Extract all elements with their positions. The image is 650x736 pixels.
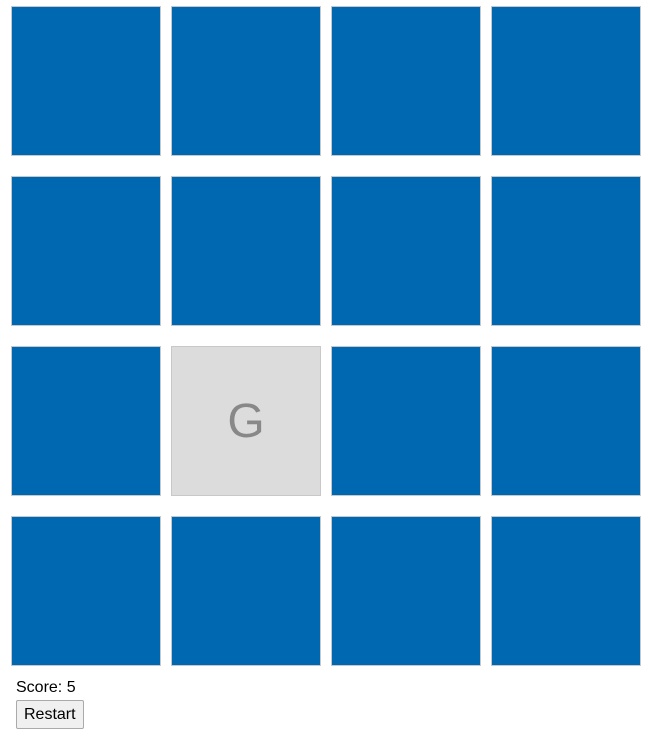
- tile-hidden[interactable]: [171, 516, 321, 666]
- tile-hidden[interactable]: [171, 176, 321, 326]
- tile-hidden[interactable]: [171, 6, 321, 156]
- tile-hidden[interactable]: [491, 176, 641, 326]
- tile-hidden[interactable]: [11, 346, 161, 496]
- game-board: G: [11, 6, 641, 666]
- tile-hidden[interactable]: [491, 6, 641, 156]
- score-text: Score: 5: [16, 679, 76, 696]
- restart-button[interactable]: Restart: [16, 700, 84, 729]
- tile-hidden[interactable]: [491, 346, 641, 496]
- tile-hidden[interactable]: [11, 516, 161, 666]
- tile-hidden[interactable]: [331, 176, 481, 326]
- tile-hidden[interactable]: [491, 516, 641, 666]
- tile-hidden[interactable]: [331, 6, 481, 156]
- tile-hidden[interactable]: [331, 516, 481, 666]
- tile-hidden[interactable]: [11, 6, 161, 156]
- tile-hidden[interactable]: [11, 176, 161, 326]
- tile-revealed[interactable]: G: [171, 346, 321, 496]
- tile-hidden[interactable]: [331, 346, 481, 496]
